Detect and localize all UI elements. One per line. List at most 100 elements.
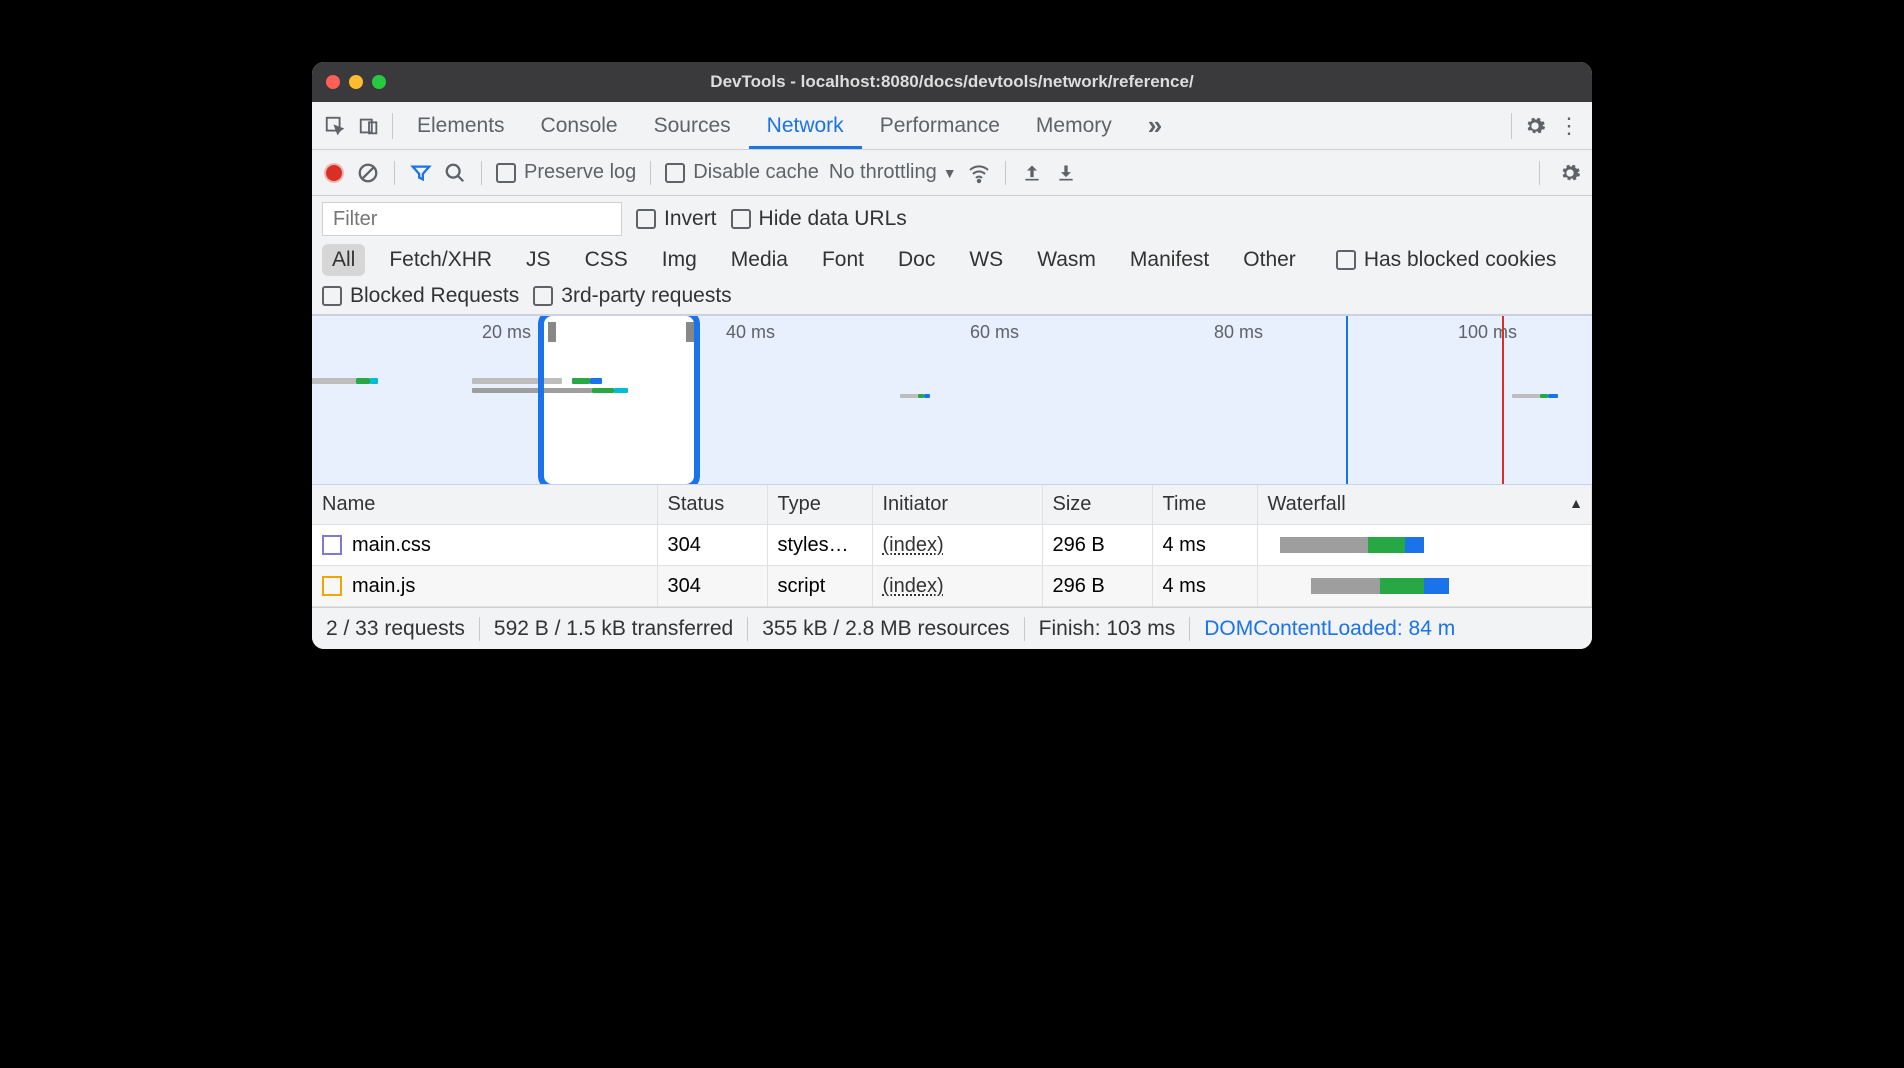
col-time[interactable]: Time [1152, 485, 1257, 525]
overview-bar [472, 388, 592, 393]
filter-row-1: Invert Hide data URLs [312, 196, 1592, 242]
record-button[interactable] [322, 161, 346, 185]
hide-data-urls-checkbox[interactable]: Hide data URLs [731, 207, 907, 231]
file-css-icon [322, 535, 342, 555]
clear-icon[interactable] [356, 161, 380, 185]
overview-bar [614, 388, 628, 393]
overview-tick: 80 ms [1214, 322, 1263, 343]
filter-chip-media[interactable]: Media [721, 244, 798, 276]
filter-input[interactable] [322, 202, 622, 236]
filter-chip-font[interactable]: Font [812, 244, 874, 276]
third-party-checkbox[interactable]: 3rd-party requests [533, 284, 731, 308]
download-har-icon[interactable] [1054, 161, 1078, 185]
overview-timeline[interactable]: 20 ms40 ms60 ms80 ms100 ms [312, 315, 1592, 485]
initiator-link[interactable]: (index) [883, 575, 944, 597]
file-name: main.js [352, 575, 415, 597]
divider [1539, 161, 1540, 185]
overview-bar [1540, 394, 1548, 398]
col-initiator[interactable]: Initiator [872, 485, 1042, 525]
chevron-down-icon: ▼ [943, 165, 957, 181]
filter-chip-js[interactable]: JS [516, 244, 561, 276]
window-title: DevTools - localhost:8080/docs/devtools/… [312, 72, 1592, 92]
tab-console[interactable]: Console [523, 102, 636, 149]
filter-chip-img[interactable]: Img [652, 244, 707, 276]
status-cell: 304 [657, 525, 767, 566]
devtools-window: DevTools - localhost:8080/docs/devtools/… [312, 62, 1592, 649]
divider [392, 113, 393, 139]
overview-bar [1512, 394, 1540, 398]
overview-tick: 20 ms [482, 322, 531, 343]
tabs-overflow[interactable]: » [1130, 102, 1180, 149]
tab-sources[interactable]: Sources [636, 102, 749, 149]
overview-bar [1548, 394, 1558, 398]
filter-type-chips: All Fetch/XHR JS CSS Img Media Font Doc WS Wasm Ma… [312, 242, 1592, 278]
invert-checkbox[interactable]: Invert [636, 207, 717, 231]
search-icon[interactable] [443, 161, 467, 185]
table-header-row: Name Status Type Initiator Size Time Wat… [312, 485, 1592, 525]
inspect-element-icon[interactable] [318, 109, 352, 143]
invert-label: Invert [664, 207, 717, 231]
status-bar: 2 / 33 requests 592 B / 1.5 kB transferr… [312, 607, 1592, 649]
table-row[interactable]: main.css304styles…(index)296 B4 ms [312, 525, 1592, 566]
filter-chip-doc[interactable]: Doc [888, 244, 945, 276]
filter-row-3: Blocked Requests 3rd-party requests [312, 278, 1592, 315]
file-name: main.css [352, 534, 431, 556]
selection-handle-left[interactable] [548, 322, 556, 342]
network-settings-icon[interactable] [1558, 161, 1582, 185]
settings-icon[interactable] [1518, 109, 1552, 143]
preserve-log-checkbox[interactable]: Preserve log [496, 161, 636, 184]
tab-memory[interactable]: Memory [1018, 102, 1130, 149]
filter-chip-wasm[interactable]: Wasm [1027, 244, 1106, 276]
time-cell: 4 ms [1152, 525, 1257, 566]
third-party-label: 3rd-party requests [561, 284, 731, 308]
filter-chip-css[interactable]: CSS [575, 244, 638, 276]
overview-bar [592, 388, 614, 393]
col-size[interactable]: Size [1042, 485, 1152, 525]
overview-bar [572, 378, 590, 384]
tab-network[interactable]: Network [749, 102, 862, 149]
device-toolbar-icon[interactable] [352, 109, 386, 143]
initiator-link[interactable]: (index) [883, 534, 944, 556]
overview-bar [370, 378, 378, 384]
filter-chip-manifest[interactable]: Manifest [1120, 244, 1219, 276]
divider [394, 161, 395, 185]
selection-handle-right[interactable] [686, 322, 694, 342]
status-cell: 304 [657, 566, 767, 607]
col-status[interactable]: Status [657, 485, 767, 525]
tab-performance[interactable]: Performance [862, 102, 1018, 149]
blocked-requests-checkbox[interactable]: Blocked Requests [322, 284, 519, 308]
has-blocked-cookies-checkbox[interactable]: Has blocked cookies [1336, 248, 1557, 272]
col-waterfall[interactable]: Waterfall▲ [1257, 485, 1592, 525]
throttling-select[interactable]: No throttling ▼ [829, 161, 957, 184]
network-conditions-icon[interactable] [967, 161, 991, 185]
status-transferred: 592 B / 1.5 kB transferred [494, 617, 733, 641]
status-requests: 2 / 33 requests [326, 617, 465, 641]
requests-table: Name Status Type Initiator Size Time Wat… [312, 485, 1592, 607]
col-name[interactable]: Name [312, 485, 657, 525]
divider [1005, 161, 1006, 185]
blocked-requests-label: Blocked Requests [350, 284, 519, 308]
col-type[interactable]: Type [767, 485, 872, 525]
tab-elements[interactable]: Elements [399, 102, 523, 149]
disable-cache-label: Disable cache [693, 161, 819, 184]
overview-bar [900, 394, 918, 398]
disable-cache-checkbox[interactable]: Disable cache [665, 161, 819, 184]
devtools-tabs: ElementsConsoleSourcesNetworkPerformance… [312, 102, 1592, 150]
table-row[interactable]: main.js304script(index)296 B4 ms [312, 566, 1592, 607]
filter-chip-other[interactable]: Other [1233, 244, 1306, 276]
overview-tick: 100 ms [1458, 322, 1517, 343]
overview-bar [312, 378, 356, 384]
domcontentloaded-marker [1346, 316, 1348, 484]
size-cell: 296 B [1042, 566, 1152, 607]
divider [650, 161, 651, 185]
kebab-menu-icon[interactable]: ⋮ [1552, 109, 1586, 143]
filter-chip-fetchxhr[interactable]: Fetch/XHR [379, 244, 502, 276]
filter-chip-all[interactable]: All [322, 244, 365, 276]
overview-selection[interactable] [544, 316, 694, 484]
filter-chip-ws[interactable]: WS [959, 244, 1013, 276]
network-toolbar: Preserve log Disable cache No throttling… [312, 150, 1592, 196]
upload-har-icon[interactable] [1020, 161, 1044, 185]
preserve-log-label: Preserve log [524, 161, 636, 184]
filter-icon[interactable] [409, 161, 433, 185]
overview-tick: 40 ms [726, 322, 775, 343]
